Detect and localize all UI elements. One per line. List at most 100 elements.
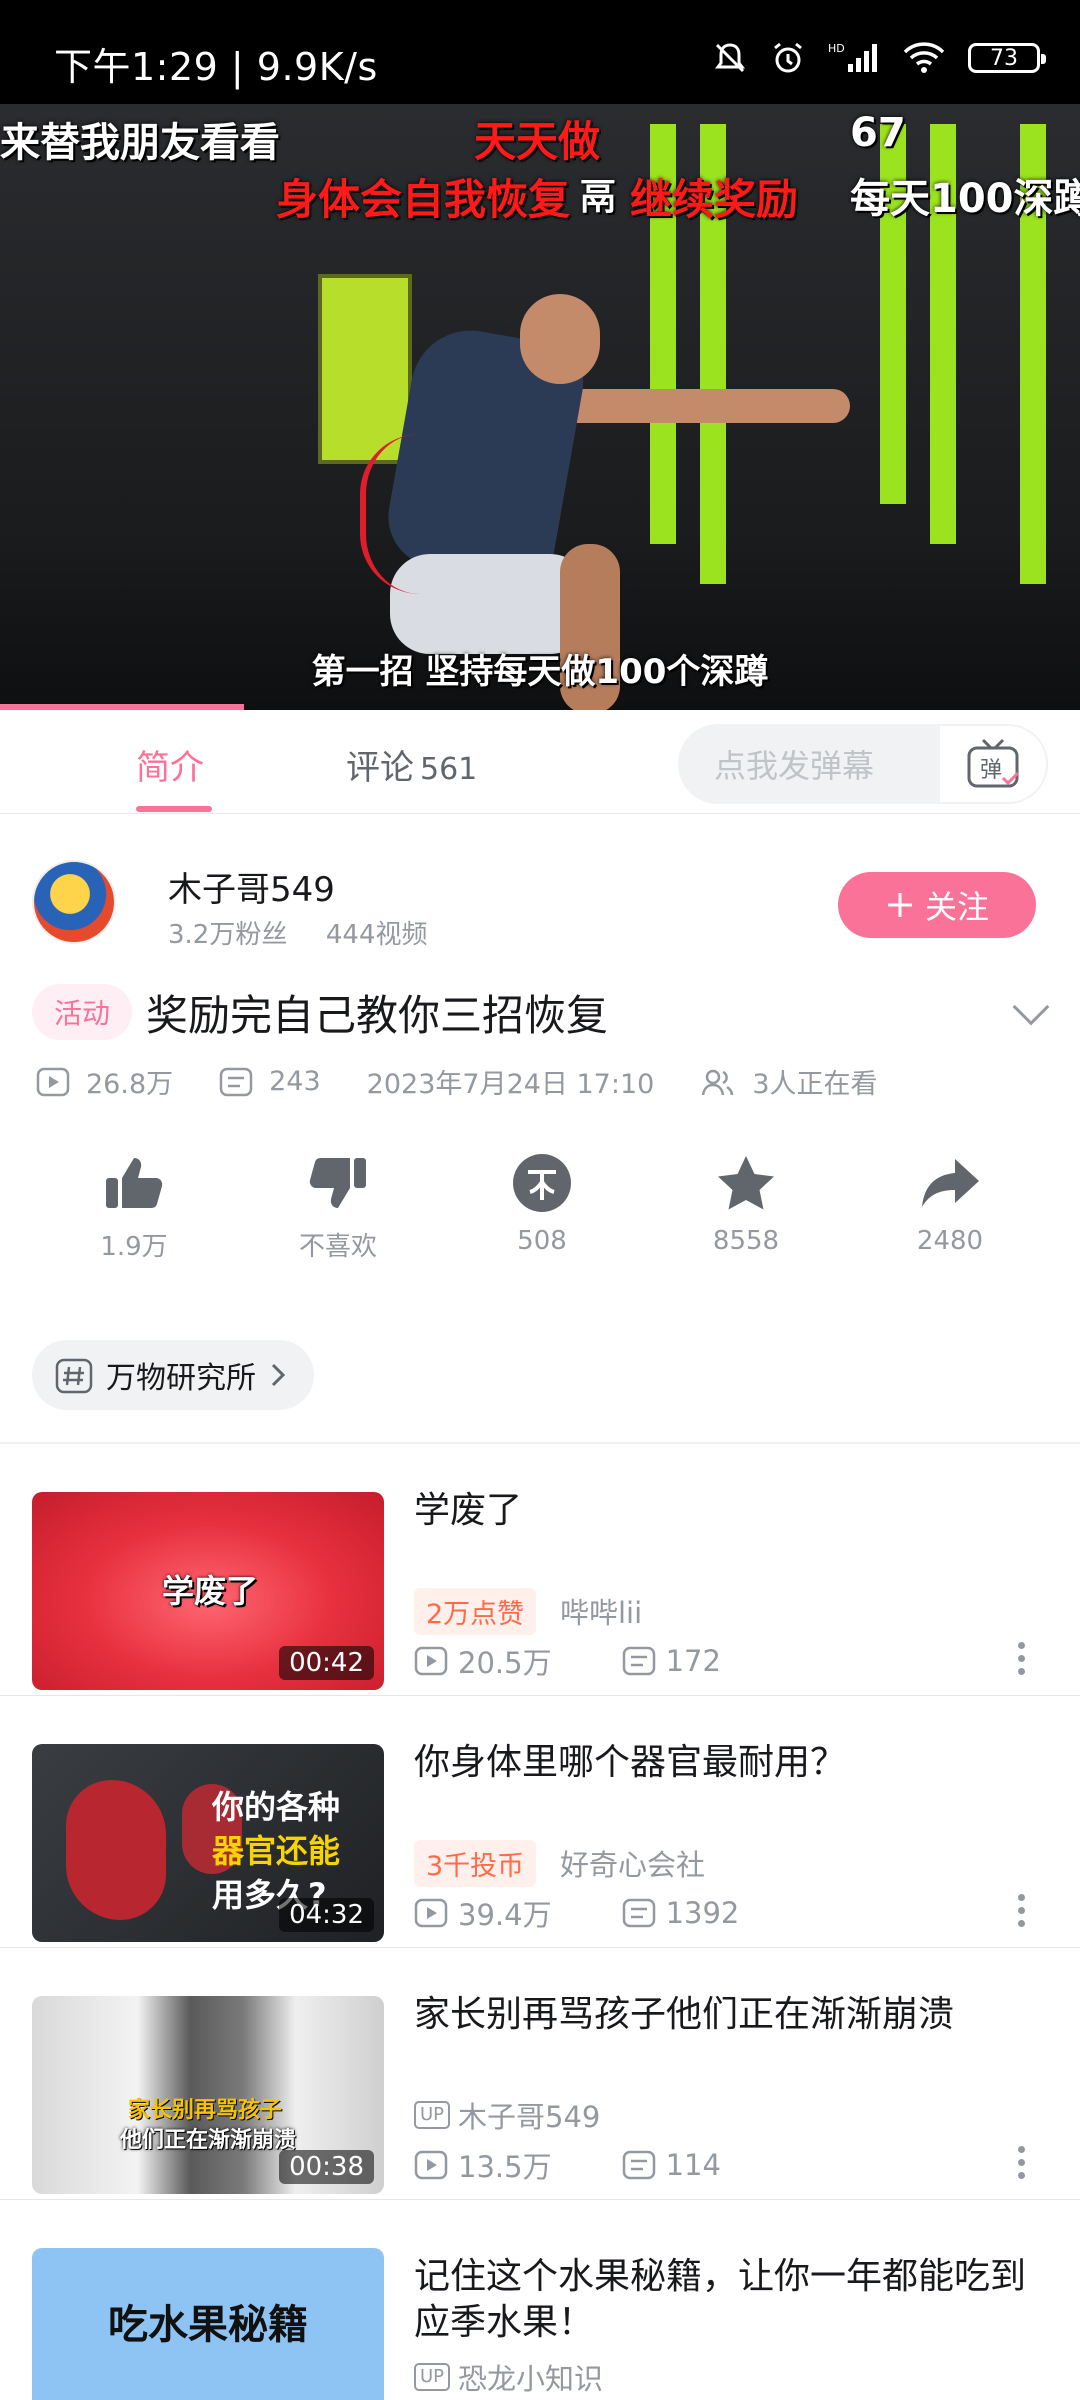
more-options-icon[interactable] <box>1018 2146 1026 2179</box>
related-video-item[interactable]: 学废了 00:42 学废了 2万点赞 哔哔lii 20.5万 172 <box>0 1444 1080 1696</box>
share-icon <box>922 1159 979 1207</box>
video-subtitle: 第一招 坚持每天做100个深蹲 <box>311 652 769 692</box>
chevron-down-icon[interactable] <box>1012 988 1050 1026</box>
video-meta: 26.8万 243 2023年7月24日 17:10 3人正在看 <box>36 1062 878 1101</box>
danmu-input[interactable]: 点我发弹幕 <box>678 741 938 787</box>
chevron-right-icon <box>271 1363 286 1387</box>
related-video-title: 你身体里哪个器官最耐用？ <box>414 1742 847 1783</box>
uploader-name[interactable]: 木子哥549 <box>168 862 335 911</box>
favorite-button[interactable]: 8558 <box>644 1150 848 1270</box>
author-label: 木子哥549 <box>458 2100 601 2134</box>
favorite-count: 8558 <box>712 1226 780 1256</box>
thumbnail-text-line1: 家长别再骂孩子 <box>128 2098 283 2123</box>
uploader-fans: 3.2万粉丝 <box>168 920 288 950</box>
video-title: 奖励完自己教你三招恢复 <box>146 990 609 1040</box>
overlay-number: 67 <box>850 110 906 156</box>
related-video-item[interactable]: 家长别再骂孩子 他们正在渐渐崩溃 00:38 家长别再骂孩子他们正在渐渐崩溃 U… <box>0 1948 1080 2200</box>
tab-comments[interactable]: 评论 561 <box>346 740 477 789</box>
video-thumbnail[interactable]: 学废了 00:42 <box>32 1492 384 1690</box>
view-count: 26.8万 <box>86 1069 174 1100</box>
person-head <box>520 294 600 384</box>
kidney-graphic <box>66 1780 166 1920</box>
video-thumbnail[interactable]: 家长别再骂孩子 他们正在渐渐崩溃 00:38 <box>32 1996 384 2194</box>
tab-bar: 简介 评论 561 点我发弹幕 弹 <box>0 710 1080 814</box>
tab-intro[interactable]: 简介 <box>136 740 204 789</box>
thumb-down-icon <box>309 1158 366 1208</box>
danmu-box[interactable]: 点我发弹幕 弹 <box>678 724 1048 804</box>
overlay-text-red-line: 身体会自我恢复 <box>276 175 571 224</box>
video-duration: 00:42 <box>279 1646 374 1680</box>
star-icon <box>718 1156 774 1210</box>
overlay-text-right: 每天100深蹲 <box>850 176 1080 222</box>
like-button[interactable]: 1.9万 <box>32 1150 236 1270</box>
tab-comments-label: 评论 <box>346 748 414 788</box>
alarm-icon <box>774 42 802 73</box>
battery-level: 73 <box>990 45 1018 71</box>
related-video-title: 记住这个水果秘籍，让你一年都能吃到应季水果！ <box>414 2256 1027 2343</box>
coin-button[interactable]: 508 <box>440 1150 644 1270</box>
author-name: 好奇心会社 <box>560 1848 706 1882</box>
tab-comments-count: 561 <box>420 752 478 787</box>
coin-icon <box>513 1154 571 1212</box>
video-thumbnail[interactable]: 吃水果秘籍 <box>32 2248 384 2400</box>
play-count-icon <box>414 1646 448 1676</box>
tab-active-indicator <box>136 806 212 812</box>
follow-button[interactable]: 关注 <box>838 872 1036 938</box>
danmaku-count-icon <box>219 1067 253 1096</box>
status-time: 下午1:29 | 9.9K/s <box>54 45 378 89</box>
related-video-item[interactable]: 你的各种 器官还能 用多久? 04:32 你身体里哪个器官最耐用？ 3千投币 好… <box>0 1696 1080 1948</box>
video-thumbnail[interactable]: 你的各种 器官还能 用多久? 04:32 <box>32 1744 384 1942</box>
thumbnail-text-line2: 他们正在渐渐崩溃 <box>120 2128 297 2153</box>
dislike-button[interactable]: 不喜欢 <box>236 1150 440 1270</box>
danmu-tv-icon: 弹 <box>967 738 1020 788</box>
related-video-title: 家长别再骂孩子他们正在渐渐崩溃 <box>414 1994 955 2035</box>
publish-date: 2023年7月24日 17:10 <box>366 1069 655 1100</box>
share-button[interactable]: 2480 <box>848 1150 1052 1270</box>
status-icons: HD 73 <box>712 40 1046 76</box>
avatar[interactable] <box>32 860 116 944</box>
svg-text:HD: HD <box>828 42 845 55</box>
thumbnail-text-line1: 你的各种 <box>212 1788 341 1826</box>
related-video-item[interactable]: 吃水果秘籍 记住这个水果秘籍，让你一年都能吃到应季水果！ UP 恐龙小知识 <box>0 2200 1080 2400</box>
more-options-icon[interactable] <box>1018 1894 1026 1927</box>
activity-tag[interactable]: 活动 <box>32 984 133 1040</box>
author-name: UP 木子哥549 <box>414 2094 600 2136</box>
uploader-section: 木子哥549 3.2万粉丝 444视频 关注 <box>0 836 1080 976</box>
person-arm <box>560 389 850 423</box>
danmaku-count: 1392 <box>665 1896 740 1930</box>
video-stats: 13.5万 114 <box>414 2144 721 2186</box>
overlay-text-red-line2: 继续奖励 <box>630 175 799 224</box>
video-stats: 39.4万 1392 <box>414 1892 739 1934</box>
battery-icon: 73 <box>968 43 1046 73</box>
play-count-icon <box>414 1898 448 1928</box>
danmaku-count: 114 <box>665 2148 721 2182</box>
like-count: 1.9万 <box>100 1232 168 1262</box>
video-player[interactable]: 来替我朋友看看 天天做 身体会自我恢复 鬲 继续奖励 67 每天100深蹲 第一… <box>0 104 1080 710</box>
more-options-icon[interactable] <box>1018 1642 1026 1675</box>
video-duration: 04:32 <box>279 1898 374 1932</box>
thumb-up-icon <box>106 1158 163 1208</box>
danmaku-count-icon <box>622 2150 655 2180</box>
plus-icon <box>887 893 912 917</box>
video-stats: 20.5万 172 <box>414 1640 721 1682</box>
overlay-text-mid: 鬲 <box>580 177 617 218</box>
overlay-text-left: 来替我朋友看看 <box>0 120 280 166</box>
dislike-label: 不喜欢 <box>298 1232 377 1262</box>
danmu-btn-label: 弹 <box>980 758 1002 783</box>
danmaku-count-icon <box>622 1898 655 1928</box>
topic-hash-icon <box>55 1358 93 1394</box>
action-bar: 1.9万 不喜欢 508 8558 2480 <box>0 1150 1080 1270</box>
thumbnail-text: 吃水果秘籍 <box>108 2302 308 2348</box>
danmu-settings-button[interactable]: 弹 <box>938 724 1048 804</box>
mute-bell-icon <box>715 43 745 73</box>
topic-label: 万物研究所 <box>106 1361 256 1396</box>
video-duration: 00:38 <box>279 2150 374 2184</box>
topic-chip[interactable]: 万物研究所 <box>32 1340 314 1410</box>
title-row[interactable]: 活动 奖励完自己教你三招恢复 <box>32 980 1050 1044</box>
follow-label: 关注 <box>924 888 989 926</box>
watching-count: 3人正在看 <box>752 1069 878 1100</box>
hd-signal-icon: HD <box>828 42 877 72</box>
green-door <box>318 274 412 464</box>
view-count: 20.5万 <box>458 1646 552 1680</box>
author-label: 恐龙小知识 <box>458 2362 604 2396</box>
